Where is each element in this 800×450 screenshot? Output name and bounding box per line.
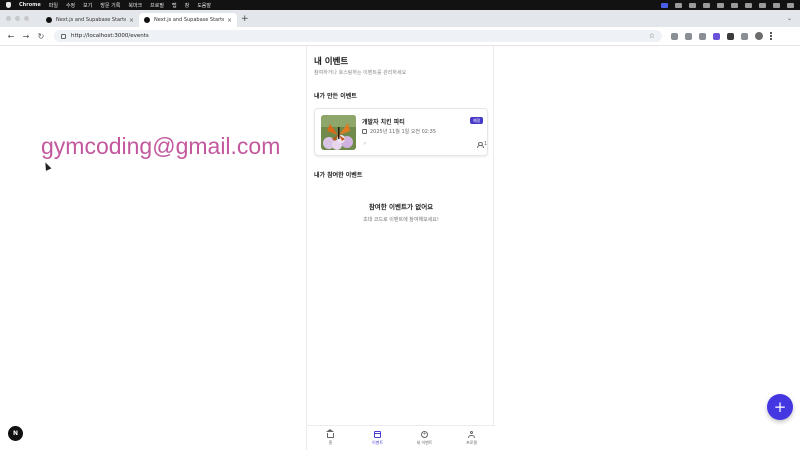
reload-button[interactable]: ↻ xyxy=(35,30,47,42)
more-menu-icon[interactable] xyxy=(770,32,772,40)
extensions-puzzle-icon[interactable] xyxy=(741,32,748,40)
nav-label: 새 이벤트 xyxy=(416,439,433,445)
hosted-events-heading: 내가 만든 이벤트 xyxy=(314,93,357,100)
status-badge: 예정 xyxy=(470,117,484,124)
mobile-app-column: 내 이벤트 참여하거나 호스팅하는 이벤트를 관리하세요 내가 만든 이벤트 개… xyxy=(306,46,495,450)
nextjs-dev-indicator[interactable]: N xyxy=(8,426,23,441)
address-bar[interactable]: http://localhost:3000/events ☆ xyxy=(54,30,662,42)
tab-search-icon[interactable]: ⌄ xyxy=(787,15,792,22)
extension-icon[interactable] xyxy=(699,32,706,40)
calendar-icon xyxy=(374,430,381,438)
menu-item-file[interactable]: 파일 xyxy=(49,2,58,9)
bottom-navigation: 홈 이벤트 + 새 이벤트 프로필 xyxy=(307,425,495,450)
screen: Chrome 파일 수정 보기 방문 기록 북마크 프로필 탭 창 도움말 Ne… xyxy=(0,0,800,450)
attendee-count: 1 xyxy=(477,141,488,148)
menu-item-help[interactable]: 도움말 xyxy=(197,2,211,9)
empty-state-title: 참여한 이벤트가 없어요 xyxy=(368,203,434,211)
profile-avatar[interactable] xyxy=(755,32,763,40)
tray-app-icon[interactable] xyxy=(675,2,682,8)
home-icon xyxy=(326,428,334,438)
search-icon[interactable] xyxy=(773,2,780,8)
tab-title: Next.js and Supabase Starter xyxy=(56,17,126,23)
joined-events-heading: 내가 참여한 이벤트 xyxy=(314,172,363,179)
back-button[interactable]: ← xyxy=(5,30,17,42)
site-info-icon[interactable] xyxy=(61,33,66,39)
extensions-area xyxy=(671,32,772,40)
close-tab-icon[interactable]: × xyxy=(129,17,134,24)
extension-icon[interactable] xyxy=(713,32,720,40)
apple-icon[interactable] xyxy=(6,2,11,8)
nextjs-favicon-icon xyxy=(144,17,150,23)
nav-label: 프로필 xyxy=(465,439,478,445)
event-thumbnail xyxy=(321,115,356,150)
screen-record-icon[interactable] xyxy=(661,2,668,8)
share-icon[interactable]: ↗ xyxy=(362,141,366,147)
close-tab-icon[interactable]: × xyxy=(227,17,232,24)
people-icon xyxy=(477,141,484,148)
user-icon xyxy=(468,430,475,438)
tray-app-icon[interactable] xyxy=(703,2,710,8)
event-name[interactable]: 개발자 치킨 파티 xyxy=(362,117,405,126)
menu-app-name[interactable]: Chrome xyxy=(19,2,41,8)
mouse-cursor-icon xyxy=(42,161,52,171)
bookmark-star-icon[interactable]: ☆ xyxy=(649,32,655,40)
nav-label: 홈 xyxy=(328,439,333,445)
nav-item-profile[interactable]: 프로필 xyxy=(448,426,495,450)
page-title: 내 이벤트 xyxy=(314,57,349,67)
nextjs-favicon-icon xyxy=(46,17,52,23)
tray-app-icon[interactable] xyxy=(731,2,738,8)
macos-menubar: Chrome 파일 수정 보기 방문 기록 북마크 프로필 탭 창 도움말 xyxy=(0,0,800,10)
zoom-window-button[interactable] xyxy=(24,16,29,21)
menu-item-tab[interactable]: 탭 xyxy=(172,2,177,9)
new-tab-button[interactable]: + xyxy=(241,14,249,24)
minimize-window-button[interactable] xyxy=(15,16,20,21)
page-subtitle: 참여하거나 호스팅하는 이벤트를 관리하세요 xyxy=(314,70,407,76)
menu-item-profiles[interactable]: 프로필 xyxy=(150,2,164,9)
tab-title: Next.js and Supabase Starter xyxy=(154,17,224,23)
extension-icon[interactable] xyxy=(671,32,678,40)
battery-icon[interactable] xyxy=(745,2,752,8)
control-center-icon[interactable] xyxy=(787,2,794,8)
nav-item-home[interactable]: 홈 xyxy=(307,426,354,450)
forward-button[interactable]: → xyxy=(20,30,32,42)
plus-circle-icon: + xyxy=(421,430,428,438)
tray-app-icon[interactable] xyxy=(717,2,724,8)
page-viewport: gymcoding@gmail.com 내 이벤트 참여하거나 호스팅하는 이벤… xyxy=(0,46,800,450)
browser-tab-active[interactable]: Next.js and Supabase Starter × xyxy=(139,13,237,27)
status-tray xyxy=(661,2,794,8)
event-date: 2025년 11월 1일 오전 02:35 xyxy=(370,129,437,135)
menu-item-history[interactable]: 방문 기록 xyxy=(100,2,120,9)
menu-item-bookmarks[interactable]: 북마크 xyxy=(128,2,142,9)
empty-state-description: 초대 코드로 이벤트에 참여해보세요! xyxy=(363,217,439,223)
event-card[interactable]: 개발자 치킨 파티 2025년 11월 1일 오전 02:35 예정 ↗ 1 xyxy=(314,108,488,156)
attendee-count-value: 1 xyxy=(484,141,488,147)
close-window-button[interactable] xyxy=(6,16,11,21)
browser-tabstrip: Next.js and Supabase Starter × Next.js a… xyxy=(0,10,800,27)
butterfly-image-icon xyxy=(321,115,356,150)
nav-item-new-event[interactable]: + 새 이벤트 xyxy=(401,426,448,450)
menu-item-view[interactable]: 보기 xyxy=(83,2,92,9)
nav-item-events[interactable]: 이벤트 xyxy=(354,426,401,450)
browser-toolbar: ← → ↻ http://localhost:3000/events ☆ xyxy=(0,27,800,46)
tray-app-icon[interactable] xyxy=(689,2,696,8)
browser-tab[interactable]: Next.js and Supabase Starter × xyxy=(41,13,139,27)
wifi-icon[interactable] xyxy=(759,2,766,8)
calendar-icon xyxy=(362,129,367,134)
url-text[interactable]: http://localhost:3000/events xyxy=(71,33,649,39)
nav-label: 이벤트 xyxy=(371,439,384,445)
extension-icon[interactable] xyxy=(727,32,734,40)
extension-icon[interactable] xyxy=(685,32,692,40)
event-date-row: 2025년 11월 1일 오전 02:35 xyxy=(362,128,436,135)
menu-item-window[interactable]: 창 xyxy=(185,2,190,9)
window-controls xyxy=(6,16,29,21)
create-event-fab[interactable]: + xyxy=(767,394,793,420)
overlay-email-text: gymcoding@gmail.com xyxy=(41,133,281,159)
menu-item-edit[interactable]: 수정 xyxy=(66,2,75,9)
